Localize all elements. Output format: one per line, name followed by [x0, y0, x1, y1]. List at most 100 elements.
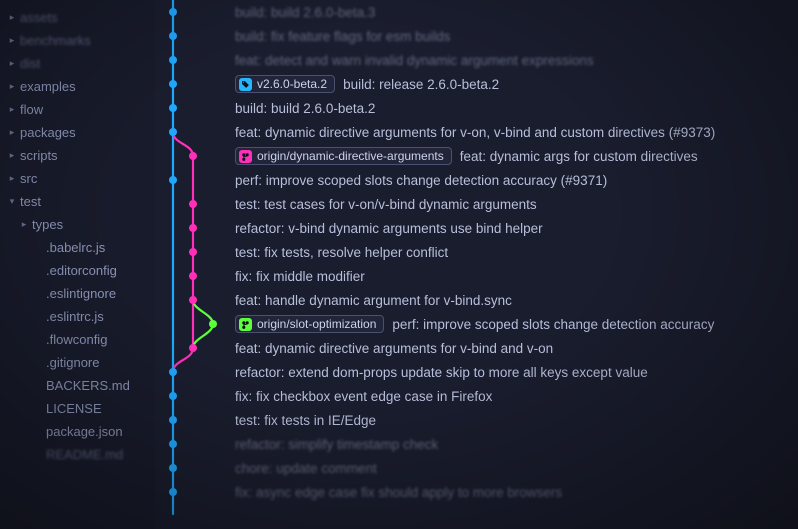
- tree-item-label: test: [20, 194, 41, 209]
- tree-item-label: .flowconfig: [46, 332, 107, 347]
- commit-message: feat: dynamic directive arguments for v-…: [235, 341, 553, 356]
- commit-message: test: fix tests, resolve helper conflict: [235, 245, 448, 260]
- commit-row[interactable]: test: fix tests in IE/Edge: [235, 408, 798, 432]
- commit-row[interactable]: refactor: v-bind dynamic arguments use b…: [235, 216, 798, 240]
- tree-item-label: .eslintignore: [46, 286, 116, 301]
- tree-item-label: .gitignore: [46, 355, 99, 370]
- tree-item-label: assets: [20, 10, 58, 25]
- commit-row[interactable]: test: fix tests, resolve helper conflict: [235, 240, 798, 264]
- commit-row[interactable]: v2.6.0-beta.2 build: release 2.6.0-beta.2: [235, 72, 798, 96]
- commit-row[interactable]: origin/slot-optimization perf: improve sc…: [235, 312, 798, 336]
- tree-item[interactable]: ▸.flowconfig: [0, 328, 155, 351]
- tree-item[interactable]: ▸ types: [0, 213, 155, 236]
- commit-message: refactor: v-bind dynamic arguments use b…: [235, 221, 543, 236]
- commit-message: build: fix feature flags for esm builds: [235, 29, 450, 44]
- commit-row[interactable]: fix: fix middle modifier: [235, 264, 798, 288]
- commit-message: fix: fix checkbox event edge case in Fir…: [235, 389, 492, 404]
- chevron-right-icon: ▸: [8, 60, 16, 68]
- tree-item[interactable]: ▸.babelrc.js: [0, 236, 155, 259]
- commit-message: feat: handle dynamic argument for v-bind…: [235, 293, 512, 308]
- commit-message: build: release 2.6.0-beta.2: [343, 77, 499, 92]
- commit-message: fix: async edge case fix should apply to…: [235, 485, 562, 500]
- commit-message: build: build 2.6.0-beta.2: [235, 101, 375, 116]
- tree-item-label: types: [32, 217, 63, 232]
- tree-item[interactable]: ▸ scripts: [0, 144, 155, 167]
- tree-item-label: .eslintrc.js: [46, 309, 104, 324]
- tree-item-label: README.md: [46, 447, 123, 462]
- commit-row[interactable]: build: fix feature flags for esm builds: [235, 24, 798, 48]
- chevron-right-icon: ▸: [8, 129, 16, 137]
- tree-item[interactable]: ▸.eslintrc.js: [0, 305, 155, 328]
- tree-item-label: src: [20, 171, 37, 186]
- commit-message: perf: improve scoped slots change detect…: [392, 317, 714, 332]
- release-tag-badge[interactable]: v2.6.0-beta.2: [235, 75, 335, 93]
- commit-message: fix: fix middle modifier: [235, 269, 365, 284]
- tree-item[interactable]: ▸ dist: [0, 52, 155, 75]
- commit-message: perf: improve scoped slots change detect…: [235, 173, 607, 188]
- chevron-right-icon: ▸: [8, 14, 16, 22]
- tree-item[interactable]: ▸BACKERS.md: [0, 374, 155, 397]
- tree-item-label: flow: [20, 102, 43, 117]
- tag-icon: [239, 78, 252, 91]
- tree-item[interactable]: ▾ test: [0, 190, 155, 213]
- chevron-right-icon: ▸: [8, 83, 16, 91]
- tree-item[interactable]: ▸LICENSE: [0, 397, 155, 420]
- tree-item-label: dist: [20, 56, 40, 71]
- commit-message: feat: detect and warn invalid dynamic ar…: [235, 53, 594, 68]
- commit-message: feat: dynamic args for custom directives: [460, 149, 698, 164]
- tree-item-label: packages: [20, 125, 76, 140]
- commit-row[interactable]: refactor: simplify timestamp check: [235, 432, 798, 456]
- chevron-right-icon: ▸: [8, 152, 16, 160]
- tree-item-label: examples: [20, 79, 76, 94]
- tree-item[interactable]: ▸ flow: [0, 98, 155, 121]
- commit-graph-panel: build: build 2.6.0-beta.3 build: fix feat…: [155, 0, 798, 529]
- commit-row[interactable]: fix: fix checkbox event edge case in Fir…: [235, 384, 798, 408]
- branch-badge[interactable]: origin/slot-optimization: [235, 315, 384, 333]
- commit-row[interactable]: feat: handle dynamic argument for v-bind…: [235, 288, 798, 312]
- commit-row[interactable]: perf: improve scoped slots change detect…: [235, 168, 798, 192]
- tree-item[interactable]: ▸.eslintignore: [0, 282, 155, 305]
- commit-message: refactor: extend dom-props update skip t…: [235, 365, 648, 380]
- badge-label: v2.6.0-beta.2: [257, 77, 327, 91]
- commit-row[interactable]: fix: async edge case fix should apply to…: [235, 480, 798, 504]
- tree-item[interactable]: ▸ packages: [0, 121, 155, 144]
- commit-row[interactable]: build: build 2.6.0-beta.3: [235, 0, 798, 24]
- tree-item[interactable]: ▸ src: [0, 167, 155, 190]
- commit-row[interactable]: build: build 2.6.0-beta.2: [235, 96, 798, 120]
- chevron-right-icon: ▸: [20, 221, 28, 229]
- chevron-right-icon: ▸: [8, 37, 16, 45]
- chevron-down-icon: ▾: [8, 198, 16, 206]
- commit-row[interactable]: feat: detect and warn invalid dynamic ar…: [235, 48, 798, 72]
- tree-item-label: .editorconfig: [46, 263, 117, 278]
- branch-badge[interactable]: origin/dynamic-directive-arguments: [235, 147, 452, 165]
- commit-message: chore: update comment: [235, 461, 377, 476]
- commit-message: test: fix tests in IE/Edge: [235, 413, 376, 428]
- commit-list: build: build 2.6.0-beta.3 build: fix feat…: [155, 0, 798, 504]
- tree-item-label: LICENSE: [46, 401, 102, 416]
- commit-row[interactable]: feat: dynamic directive arguments for v-…: [235, 120, 798, 144]
- tree-item[interactable]: ▸README.md: [0, 443, 155, 466]
- tree-item-label: BACKERS.md: [46, 378, 130, 393]
- chevron-right-icon: ▸: [8, 175, 16, 183]
- tree-item[interactable]: ▸ examples: [0, 75, 155, 98]
- commit-row[interactable]: test: test cases for v-on/v-bind dynamic…: [235, 192, 798, 216]
- commit-message: refactor: simplify timestamp check: [235, 437, 438, 452]
- badge-label: origin/dynamic-directive-arguments: [257, 149, 444, 163]
- tree-item-label: package.json: [46, 424, 123, 439]
- tree-item[interactable]: ▸.editorconfig: [0, 259, 155, 282]
- commit-row[interactable]: feat: dynamic directive arguments for v-…: [235, 336, 798, 360]
- file-tree-sidebar: ▸assets▸benchmarks▸dist▸examples▸flow▸pa…: [0, 0, 155, 529]
- commit-message: feat: dynamic directive arguments for v-…: [235, 125, 715, 140]
- commit-message: build: build 2.6.0-beta.3: [235, 5, 375, 20]
- tree-item[interactable]: ▸.gitignore: [0, 351, 155, 374]
- tree-item[interactable]: ▸benchmarks: [0, 29, 155, 52]
- tree-item[interactable]: ▸ assets: [0, 6, 155, 29]
- tree-item-label: scripts: [20, 148, 58, 163]
- chevron-right-icon: ▸: [8, 106, 16, 114]
- badge-label: origin/slot-optimization: [257, 317, 376, 331]
- commit-row[interactable]: refactor: extend dom-props update skip t…: [235, 360, 798, 384]
- commit-row[interactable]: chore: update comment: [235, 456, 798, 480]
- tree-item[interactable]: ▸package.json: [0, 420, 155, 443]
- git-branch-icon: [239, 318, 252, 331]
- commit-row[interactable]: origin/dynamic-directive-arguments feat: …: [235, 144, 798, 168]
